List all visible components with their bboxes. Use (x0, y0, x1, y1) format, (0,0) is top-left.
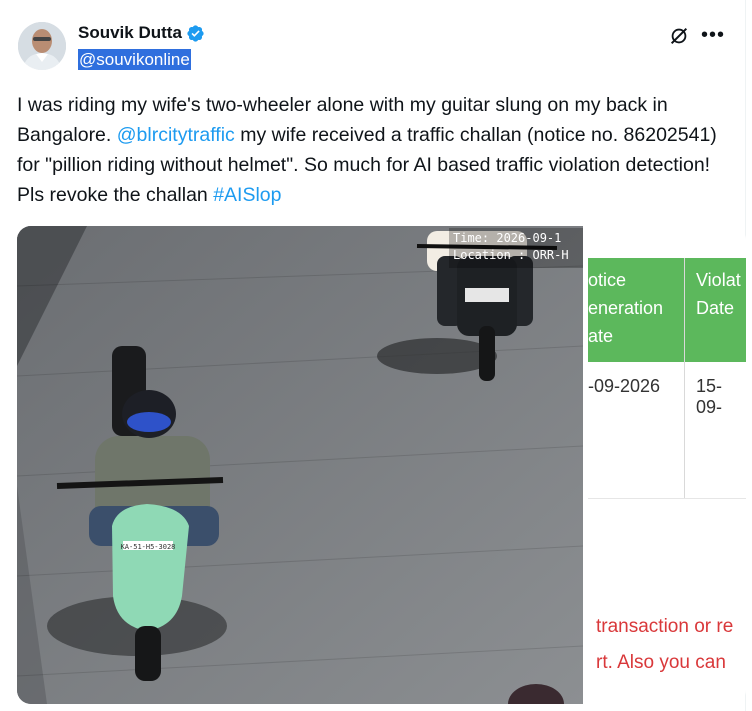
tweet-photo-challan-screenshot[interactable]: otice eneration ate Violat Date -09-2026… (588, 226, 746, 704)
verified-badge-icon (187, 24, 204, 42)
avatar-image (18, 22, 66, 70)
author-handle[interactable]: @souvikonline (78, 49, 191, 70)
camera-time-overlay: Time: 2026-09-1 (453, 231, 561, 245)
tweet-text: I was riding my wife's two-wheeler alone… (17, 90, 732, 210)
more-icon[interactable]: ••• (701, 25, 725, 45)
camera-location-overlay: Location : ORR-H (453, 248, 569, 262)
tweet-photo-traffic-camera[interactable]: KA-51-H5-3028 Time: 2026-09-1 Location :… (17, 226, 583, 704)
table-bottom-line (588, 498, 746, 499)
svg-text:KA-51-H5-3028: KA-51-H5-3028 (121, 543, 176, 551)
warning-text-line1: transaction or re (596, 616, 734, 637)
cell-violation-date: 15-09- (696, 376, 723, 417)
header-violation-date: Violat Date (696, 270, 741, 318)
mention-link[interactable]: @blrcitytraffic (117, 124, 235, 146)
author-name-row: Souvik Dutta (78, 23, 205, 43)
table-divider (684, 258, 685, 498)
cell-notice-date: -09-2026 (588, 376, 661, 396)
author-display-name[interactable]: Souvik Dutta (78, 23, 182, 43)
avatar[interactable] (18, 22, 66, 70)
grok-icon[interactable] (668, 25, 690, 47)
header-notice-generation-date: otice eneration ate (588, 270, 664, 346)
traffic-camera-image: KA-51-H5-3028 Time: 2026-09-1 Location :… (17, 226, 583, 704)
hashtag-link[interactable]: #AISlop (213, 184, 281, 206)
warning-text-line2: rt. Also you can (596, 652, 726, 673)
